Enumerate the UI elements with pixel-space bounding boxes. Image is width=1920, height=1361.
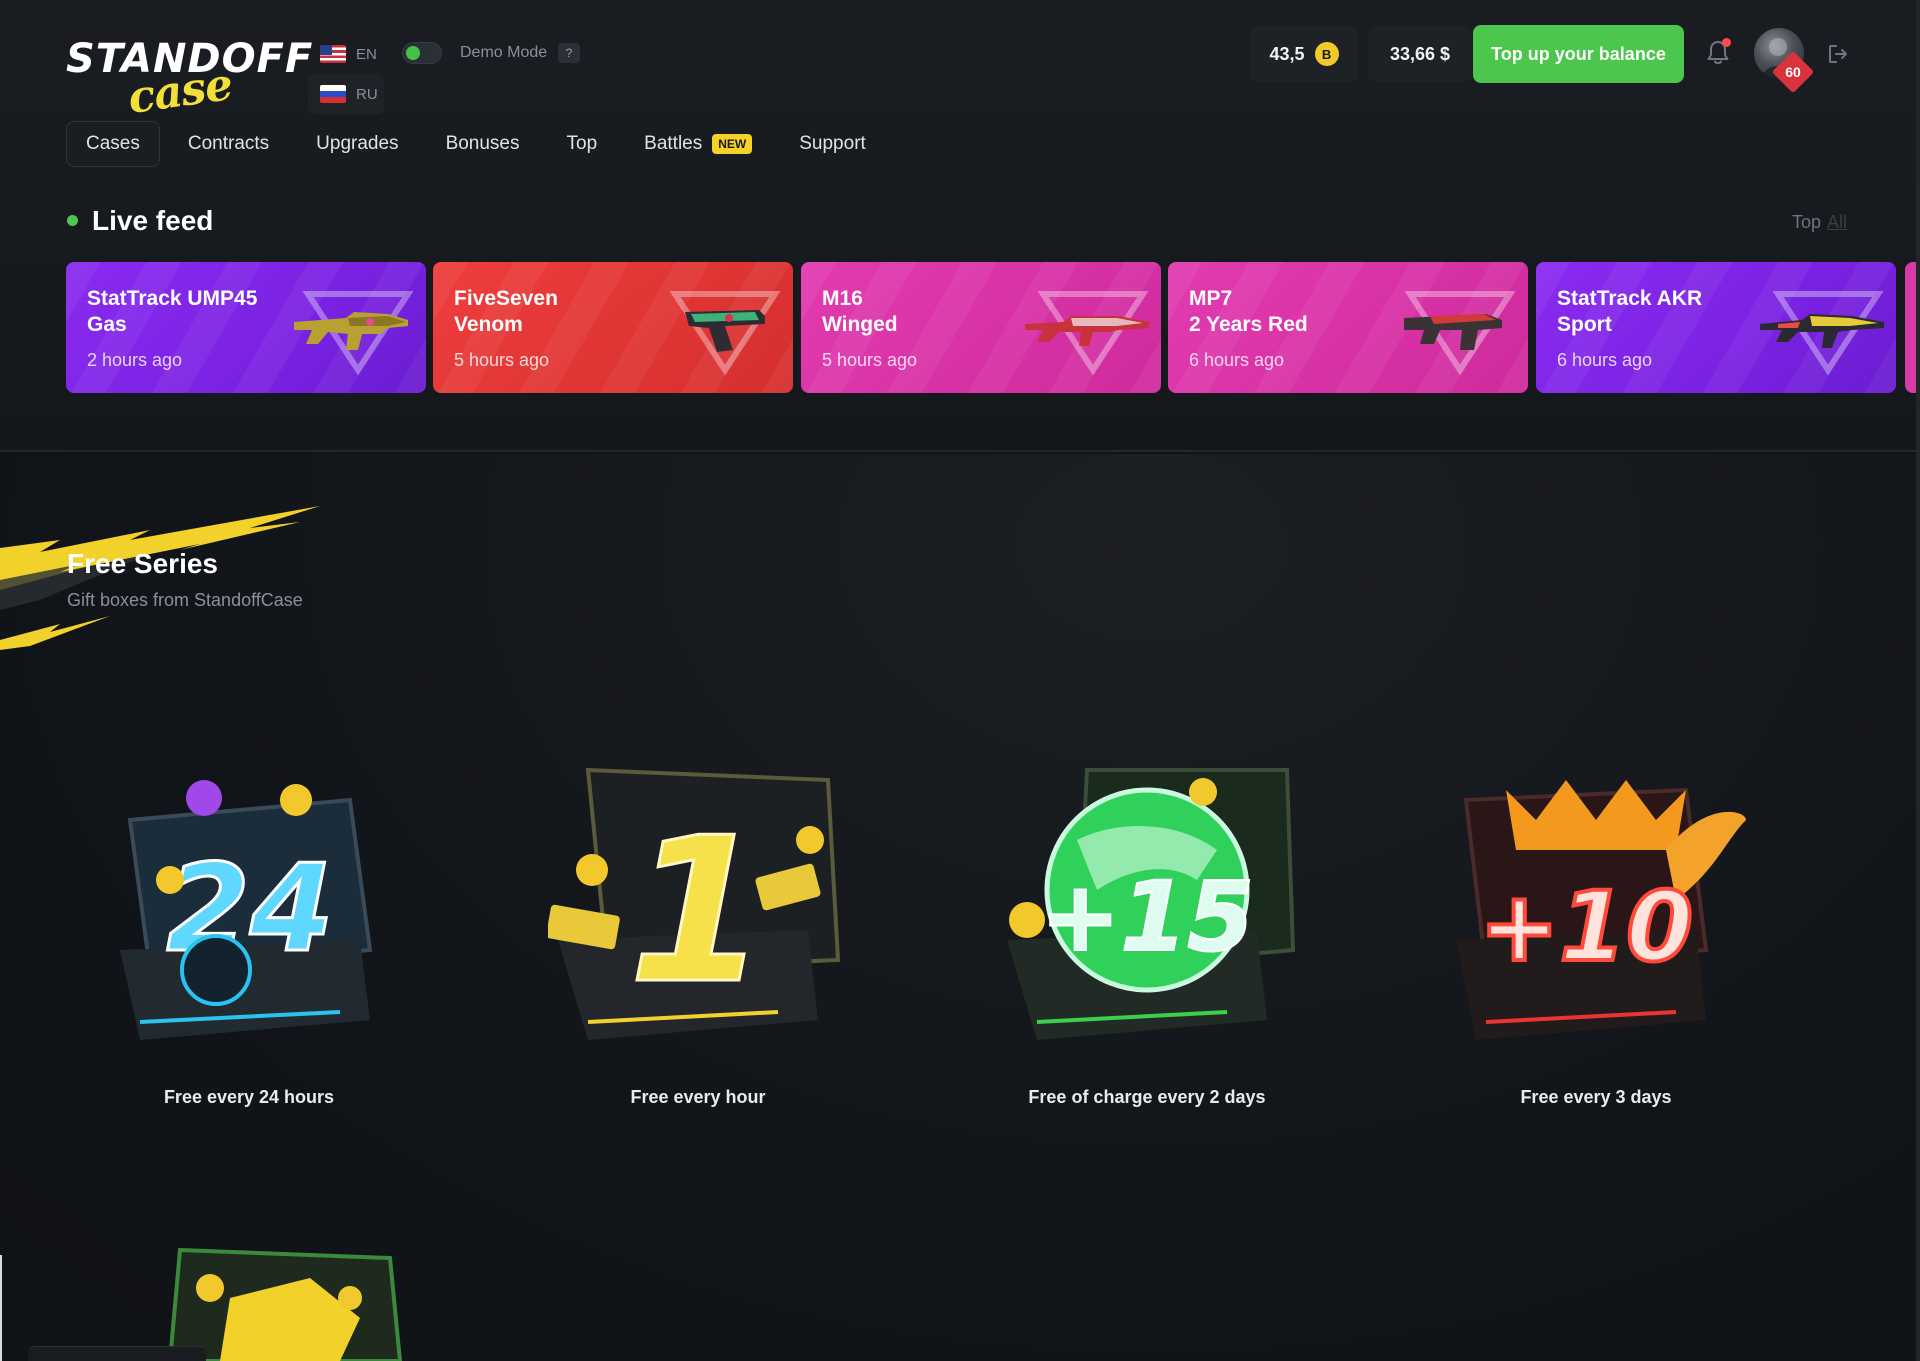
live-feed-card[interactable]: FiveSeven Venom 5 hours ago xyxy=(433,262,793,393)
item-name: StatTrack AKR Sport xyxy=(1557,287,1703,336)
coin-icon: B xyxy=(1314,42,1339,66)
live-feed-tab-top[interactable]: Top xyxy=(1792,212,1821,233)
case-label: Free every hour xyxy=(630,1087,766,1107)
nav-item-label: Cases xyxy=(86,133,140,154)
case-partial-icon xyxy=(167,1248,403,1361)
language-option-en[interactable]: EN xyxy=(308,34,384,74)
nav-item-top[interactable]: Top xyxy=(548,121,617,167)
nav-item-cases[interactable]: Cases xyxy=(66,121,160,167)
coin-balance-value: 43,5 xyxy=(1269,43,1305,64)
level-value: 60 xyxy=(1785,64,1801,80)
cash-balance-value: 33,66 $ xyxy=(1389,43,1451,64)
demo-mode-label: Demo Mode xyxy=(460,44,548,61)
cash-balance[interactable]: 33,66 $ xyxy=(1368,26,1472,82)
language-code: EN xyxy=(356,45,377,63)
language-code: RU xyxy=(356,85,378,103)
demo-mode-toggle[interactable] xyxy=(402,42,442,64)
weapon-icon xyxy=(1404,314,1502,350)
free-case-24h[interactable]: 24 xyxy=(100,760,400,1060)
item-time: 2 hours ago xyxy=(87,350,183,370)
nav-item-battles[interactable]: Battles NEW xyxy=(625,121,771,167)
language-switcher[interactable]: EN RU xyxy=(308,34,384,114)
nav-item-bonuses[interactable]: Bonuses xyxy=(427,121,539,167)
coin-balance[interactable]: 43,5 B xyxy=(1250,26,1358,82)
nav-item-label: Top xyxy=(566,133,598,154)
nav-item-contracts[interactable]: Contracts xyxy=(169,121,288,167)
live-feed-card[interactable]: StatTrack UMP45 Gas 2 hours ago xyxy=(66,262,426,393)
nav-item-label: Battles xyxy=(644,133,703,154)
weapon-icon xyxy=(685,310,765,352)
new-badge: NEW xyxy=(712,134,753,154)
nav-item-label: Support xyxy=(799,133,866,154)
svg-text:+10: +10 xyxy=(1479,871,1693,983)
case-label: Free of charge every 2 days xyxy=(1028,1087,1266,1107)
case-3days-icon: +10 xyxy=(1456,780,1746,1040)
demo-help-button[interactable]: ? xyxy=(558,43,580,63)
item-name: StatTrack UMP45 Gas xyxy=(87,287,258,336)
free-series-subtitle: Gift boxes from StandoffCase xyxy=(67,590,303,610)
site-logo[interactable]: STANDOFF case xyxy=(66,36,312,124)
nav-item-upgrades[interactable]: Upgrades xyxy=(297,121,417,167)
scrollbar[interactable] xyxy=(1916,0,1920,1361)
top-up-balance-button[interactable]: Top up your balance xyxy=(1473,25,1684,83)
live-feed-tabs: Top All xyxy=(1792,212,1847,233)
live-feed-card[interactable]: StatTrack AKR Sport 6 hours ago xyxy=(1536,262,1896,393)
item-time: 5 hours ago xyxy=(822,350,918,370)
svg-text:1: 1 xyxy=(628,795,767,1028)
free-case-3days[interactable]: +10 xyxy=(1446,760,1746,1060)
free-case-partial[interactable] xyxy=(110,1248,410,1361)
weapon-icon xyxy=(1025,316,1149,346)
item-name: M16 Winged xyxy=(822,287,898,336)
item-time: 6 hours ago xyxy=(1557,350,1653,370)
live-feed-card[interactable]: M16 Winged 5 hours ago xyxy=(801,262,1161,393)
item-name: FiveSeven Venom xyxy=(454,287,558,336)
case-label: Free every 3 days xyxy=(1520,1087,1672,1107)
bottom-panel-tab[interactable] xyxy=(28,1346,206,1361)
free-case-2days[interactable]: +15 xyxy=(997,760,1297,1060)
live-indicator-dot xyxy=(67,215,78,226)
weapon-icon xyxy=(1760,314,1884,348)
logout-icon[interactable] xyxy=(1826,42,1850,66)
nav-item-label: Bonuses xyxy=(445,133,520,154)
weapon-icon xyxy=(294,312,408,350)
us-flag-icon xyxy=(320,45,346,63)
side-marker xyxy=(0,1255,2,1361)
case-2days-icon: +15 xyxy=(1007,768,1296,1040)
nav-item-label: Upgrades xyxy=(316,133,399,154)
ru-flag-icon xyxy=(320,85,346,103)
live-feed-title: Live feed xyxy=(92,205,214,236)
free-series-title: Free Series xyxy=(67,548,218,579)
item-time: 6 hours ago xyxy=(1189,350,1285,370)
case-label: Free every 24 hours xyxy=(163,1087,335,1107)
nav-item-support[interactable]: Support xyxy=(780,121,885,167)
main-navigation: Cases Contracts Upgrades Bonuses Top Bat… xyxy=(66,121,894,167)
notification-dot xyxy=(1722,38,1731,47)
language-option-ru[interactable]: RU xyxy=(308,74,384,114)
case-hourly-icon: 1 xyxy=(546,767,841,1040)
case-24h-icon: 24 xyxy=(120,780,373,1040)
item-time: 5 hours ago xyxy=(454,350,550,370)
item-name: MP7 2 Years Red xyxy=(1189,287,1308,336)
live-feed-card[interactable]: MP7 2 Years Red 6 hours ago xyxy=(1168,262,1528,393)
svg-text:+15: +15 xyxy=(1040,861,1254,973)
live-feed-tab-all[interactable]: All xyxy=(1827,212,1847,233)
nav-item-label: Contracts xyxy=(187,133,270,154)
free-case-hourly[interactable]: 1 xyxy=(546,760,848,1060)
